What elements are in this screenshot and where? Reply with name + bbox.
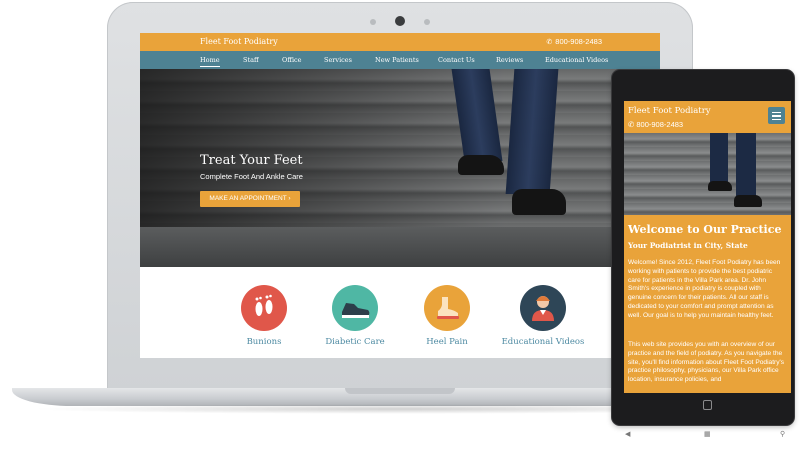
nav-services[interactable]: Services xyxy=(324,56,352,64)
phone-number: 800-908-2483 xyxy=(555,37,602,46)
shoe-icon xyxy=(332,285,378,331)
make-appointment-button[interactable]: MAKE AN APPOINTMENT › xyxy=(200,191,300,207)
feature-educational-videos[interactable]: Educational Videos xyxy=(488,285,598,347)
mobile-phone-number: 800-908-2483 xyxy=(636,120,684,129)
nav-home[interactable]: Home xyxy=(200,56,220,67)
nav-new-patients[interactable]: New Patients xyxy=(375,56,419,64)
hero-shoe xyxy=(458,155,504,175)
hero-title: Treat Your Feet xyxy=(200,153,303,168)
footprints-icon xyxy=(241,285,287,331)
hero-leg xyxy=(451,69,503,161)
phone-icon: ✆ xyxy=(546,39,553,46)
hero-shoe xyxy=(734,195,762,207)
feature-label: Diabetic Care xyxy=(325,337,385,347)
mobile-header: Fleet Foot Podiatry ✆ 800-908-2483 xyxy=(624,101,791,133)
phone-home-icon[interactable] xyxy=(703,400,712,410)
hero-stairs xyxy=(140,227,660,267)
hamburger-menu-icon[interactable] xyxy=(768,107,785,124)
top-bar: Fleet Foot Podiatry ✆ 800-908-2483 xyxy=(140,33,660,51)
feature-diabetic-care[interactable]: Diabetic Care xyxy=(310,285,400,347)
hero-banner: Treat Your Feet Complete Foot And Ankle … xyxy=(140,69,660,267)
mobile-site-title[interactable]: Fleet Foot Podiatry xyxy=(628,106,711,116)
laptop-camera xyxy=(395,16,405,26)
mobile-content: Welcome to Our Practice Your Podiatrist … xyxy=(624,215,791,393)
welcome-subheading: Your Podiatrist in City, State xyxy=(628,241,748,250)
hero-shoe xyxy=(708,181,732,191)
feature-bunions[interactable]: Bunions xyxy=(219,285,309,347)
person-icon xyxy=(520,285,566,331)
phone-windows-icon[interactable]: ▦ xyxy=(704,430,711,438)
site-title[interactable]: Fleet Foot Podiatry xyxy=(200,37,278,46)
camera-dot xyxy=(370,19,376,25)
camera-dot xyxy=(424,19,430,25)
feature-label: Bunions xyxy=(246,337,282,347)
hero-leg xyxy=(710,133,728,183)
nav-office[interactable]: Office xyxy=(282,56,302,64)
welcome-heading: Welcome to Our Practice xyxy=(628,223,782,236)
hero-leg xyxy=(505,69,559,194)
foot-insole-icon xyxy=(424,285,470,331)
welcome-paragraph: Welcome! Since 2012, Fleet Foot Podiatry… xyxy=(628,259,781,319)
feature-heel-pain[interactable]: Heel Pain xyxy=(402,285,492,347)
phone-search-icon[interactable]: ⚲ xyxy=(780,430,785,438)
nav-reviews[interactable]: Reviews xyxy=(496,56,523,64)
mobile-hero-image xyxy=(624,133,791,215)
nav-staff[interactable]: Staff xyxy=(243,56,259,64)
phone-back-icon[interactable]: ◀ xyxy=(625,430,630,438)
feature-label: Educational Videos xyxy=(501,337,585,347)
phone-screen: Fleet Foot Podiatry ✆ 800-908-2483 Welco… xyxy=(624,101,791,393)
feature-label: Heel Pain xyxy=(426,337,468,347)
nav-educational-videos[interactable]: Educational Videos xyxy=(545,56,608,64)
main-nav: Home Staff Office Services New Patients … xyxy=(140,51,660,69)
mobile-phone[interactable]: ✆ 800-908-2483 xyxy=(628,120,683,129)
laptop-screen: Fleet Foot Podiatry ✆ 800-908-2483 Home S… xyxy=(140,33,660,358)
hero-subtitle: Complete Foot And Ankle Care xyxy=(200,172,303,181)
laptop-notch xyxy=(345,388,455,394)
hero-leg xyxy=(736,133,756,197)
overview-paragraph: This web site provides you with an overv… xyxy=(628,341,785,384)
hero-shoe xyxy=(512,189,566,215)
header-phone[interactable]: ✆ 800-908-2483 xyxy=(546,37,602,46)
nav-contact-us[interactable]: Contact Us xyxy=(438,56,475,64)
